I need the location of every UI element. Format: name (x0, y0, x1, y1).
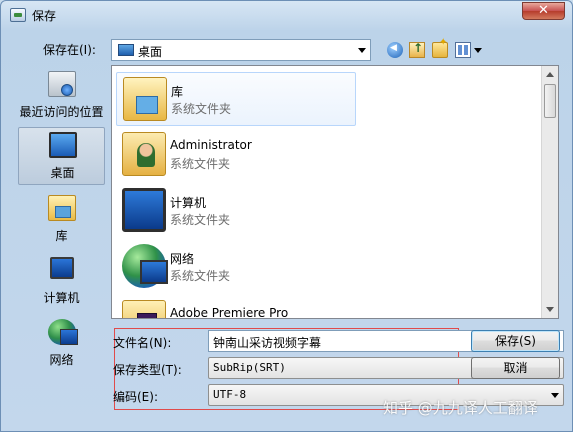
view-menu-icon[interactable] (455, 42, 471, 58)
save-in-value: 桌面 (138, 45, 163, 59)
place-label: 最近访问的位置 (19, 105, 104, 119)
save-in-combo[interactable]: 桌面 (111, 39, 371, 61)
library-folder-icon (123, 77, 167, 121)
vertical-scrollbar[interactable] (541, 66, 558, 318)
list-item[interactable]: Administrator 系统文件夹 (116, 128, 546, 182)
library-icon (48, 195, 76, 221)
scroll-up-icon[interactable] (546, 72, 554, 77)
network-icon (122, 244, 168, 288)
item-name: 计算机 (170, 196, 207, 210)
save-dialog-icon (10, 8, 26, 22)
chevron-down-icon[interactable] (474, 42, 490, 58)
filename-label: 文件名(N): (113, 336, 172, 350)
window-title: 保存 (32, 9, 57, 23)
place-computer[interactable]: 计算机 (18, 253, 105, 311)
desktop-icon (49, 132, 77, 158)
save-in-label: 保存在(I): (43, 43, 96, 57)
new-folder-icon[interactable] (432, 37, 448, 58)
list-item[interactable]: 库 系统文件夹 (116, 72, 356, 126)
item-name: 库 (171, 85, 184, 99)
network-icon (48, 319, 78, 345)
place-network[interactable]: 网络 (18, 315, 105, 373)
premiere-folder-icon (122, 300, 166, 318)
place-recent[interactable]: 最近访问的位置 (18, 67, 105, 125)
item-type: 系统文件夹 (170, 213, 231, 227)
file-list: 库 系统文件夹 Administrator 系统文件夹 计算机 系统文件夹 网络… (111, 65, 559, 319)
item-type: 系统文件夹 (170, 269, 231, 283)
list-item[interactable]: 网络 系统文件夹 (116, 240, 546, 294)
places-bar: 最近访问的位置 桌面 库 计算机 网络 (14, 67, 109, 387)
computer-icon (50, 257, 74, 279)
place-label: 库 (55, 229, 68, 243)
encoding-label: 编码(E): (113, 390, 158, 404)
chevron-down-icon (358, 48, 366, 53)
place-desktop[interactable]: 桌面 (18, 127, 105, 185)
user-folder-icon (122, 132, 166, 176)
watermark: 知乎 @九九译人工翻译 (383, 399, 538, 417)
place-library[interactable]: 库 (18, 191, 105, 249)
item-type: 系统文件夹 (171, 102, 232, 116)
item-name: 网络 (170, 252, 195, 266)
back-icon[interactable] (387, 42, 403, 58)
chevron-down-icon (551, 393, 559, 398)
item-name: Administrator (170, 138, 252, 152)
save-button[interactable]: 保存(S) (471, 330, 560, 352)
title-bar: 保存 ✕ (1, 1, 572, 29)
save-dialog: 保存 ✕ 保存在(I): 桌面 最近访问的位置 桌面 库 计算机 (0, 0, 573, 432)
item-type: 系统文件夹 (170, 157, 231, 171)
desktop-small-icon (118, 44, 134, 56)
encoding-value: UTF-8 (213, 388, 247, 401)
item-name: Adobe Premiere Pro (170, 306, 289, 319)
filename-value: 钟南山采访视频字幕 (213, 336, 322, 350)
computer-icon (122, 188, 166, 232)
place-label: 计算机 (43, 291, 80, 305)
list-item[interactable]: Adobe Premiere Pro (116, 296, 546, 319)
navigation-toolbar (387, 37, 490, 61)
scroll-down-icon[interactable] (546, 307, 554, 312)
scroll-thumb[interactable] (544, 84, 556, 118)
filetype-label: 保存类型(T): (113, 363, 182, 377)
recent-places-icon (48, 71, 76, 97)
place-label: 桌面 (50, 166, 75, 180)
filetype-value: SubRip(SRT) (213, 361, 286, 374)
close-button[interactable]: ✕ (522, 2, 565, 20)
place-label: 网络 (49, 353, 74, 367)
cancel-button[interactable]: 取消 (471, 357, 560, 379)
list-item[interactable]: 计算机 系统文件夹 (116, 184, 546, 238)
up-folder-icon[interactable] (409, 41, 425, 58)
